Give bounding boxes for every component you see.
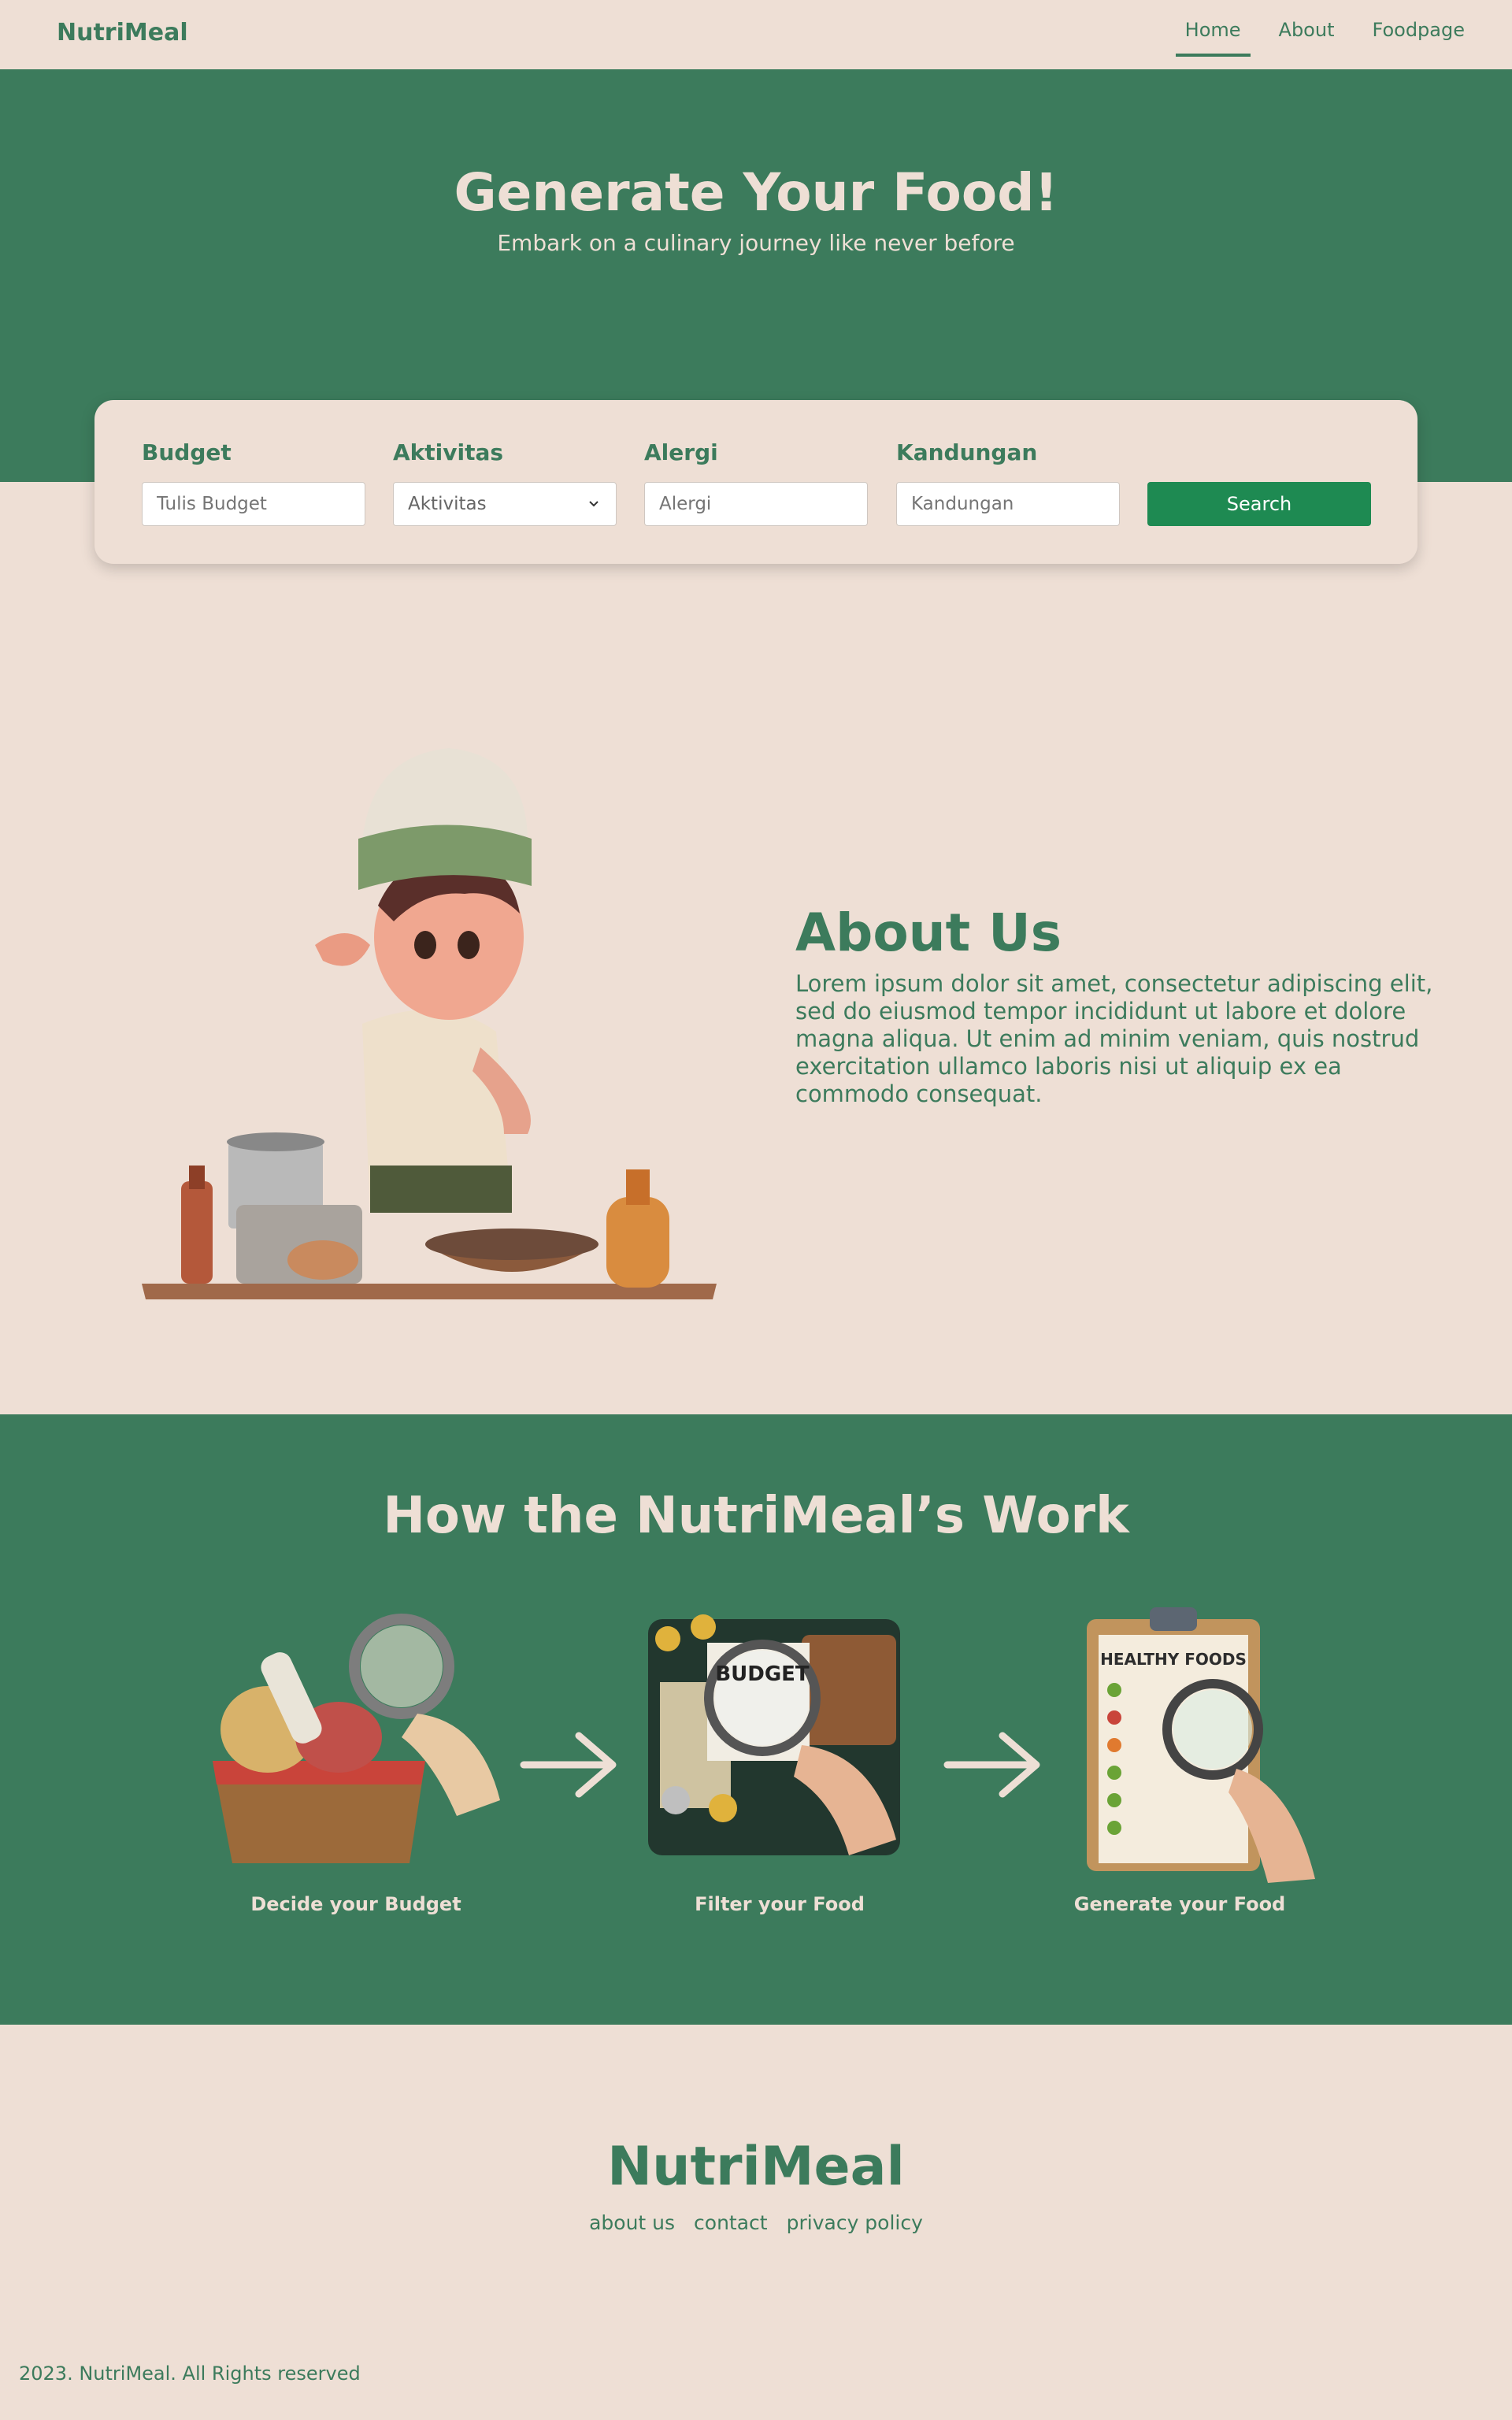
step-label-filter: Filter your Food — [695, 1893, 865, 1915]
aktivitas-selected-value: Aktivitas — [408, 494, 487, 514]
clipboard-title: HEALTHY FOODS — [1100, 1650, 1247, 1669]
copyright-text: 2023. NutriMeal. All Rights reserved — [19, 2363, 361, 2385]
nav-links: Home About Foodpage — [1175, 19, 1475, 57]
chevron-down-icon — [589, 501, 598, 507]
budget-wallet-illustration: BUDGET — [648, 1614, 900, 1855]
footer-brand: NutriMeal — [607, 2136, 905, 2198]
top-navbar: NutriMeal Home About Foodpage — [0, 0, 1512, 69]
alergi-input-box[interactable] — [644, 482, 868, 526]
about-text: Lorem ipsum dolor sit amet, consectetur … — [795, 970, 1433, 1107]
budget-field: Budget — [142, 439, 365, 526]
arrow-right-icon — [520, 1732, 617, 1798]
footer-links: about us contact privacy policy — [0, 2211, 1512, 2234]
alergi-field: Alergi — [644, 439, 868, 526]
footer-link-contact[interactable]: contact — [694, 2211, 768, 2234]
footer-link-privacy-policy[interactable]: privacy policy — [787, 2211, 923, 2234]
step-label-budget: Decide your Budget — [250, 1893, 461, 1915]
kandungan-label: Kandungan — [896, 439, 1038, 465]
about-title: About Us — [795, 902, 1062, 963]
budget-input-box[interactable] — [142, 482, 365, 526]
aktivitas-field: Aktivitas Aktivitas — [393, 439, 617, 526]
basket-magnifier-illustration — [213, 1614, 500, 1863]
nav-link-home[interactable]: Home — [1175, 19, 1251, 57]
aktivitas-label: Aktivitas — [393, 439, 504, 465]
alergi-input[interactable] — [659, 494, 853, 514]
kandungan-input-box[interactable] — [896, 482, 1120, 526]
budget-input[interactable] — [157, 494, 350, 514]
brand-logo[interactable]: NutriMeal — [57, 19, 188, 46]
step-label-generate: Generate your Food — [1073, 1893, 1286, 1915]
search-card: Budget Aktivitas Aktivitas Alergi Kandun… — [94, 400, 1418, 564]
how-title: How the NutriMeal’s Work — [383, 1487, 1129, 1545]
arrow-right-icon — [943, 1732, 1040, 1798]
footer-link-about-us[interactable]: about us — [589, 2211, 675, 2234]
clipboard-magnifier-illustration: HEALTHY FOODS — [1087, 1607, 1315, 1883]
nav-link-about[interactable]: About — [1269, 19, 1344, 57]
alergi-label: Alergi — [644, 439, 718, 465]
nav-link-foodpage[interactable]: Foodpage — [1363, 19, 1475, 57]
budget-label: Budget — [142, 439, 232, 465]
kandungan-input[interactable] — [911, 494, 1105, 514]
search-button[interactable]: Search — [1147, 482, 1371, 526]
hero-subtitle: Embark on a culinary journey like never … — [497, 230, 1015, 256]
chef-illustration — [142, 748, 717, 1299]
budget-sheet-title: BUDGET — [715, 1662, 810, 1686]
aktivitas-select[interactable]: Aktivitas — [393, 482, 617, 526]
hero-title: Generate Your Food! — [454, 162, 1058, 223]
kandungan-field: Kandungan — [896, 439, 1120, 526]
how-it-works-section: How the NutriMeal’s Work Decide your Bud… — [0, 1414, 1512, 2025]
